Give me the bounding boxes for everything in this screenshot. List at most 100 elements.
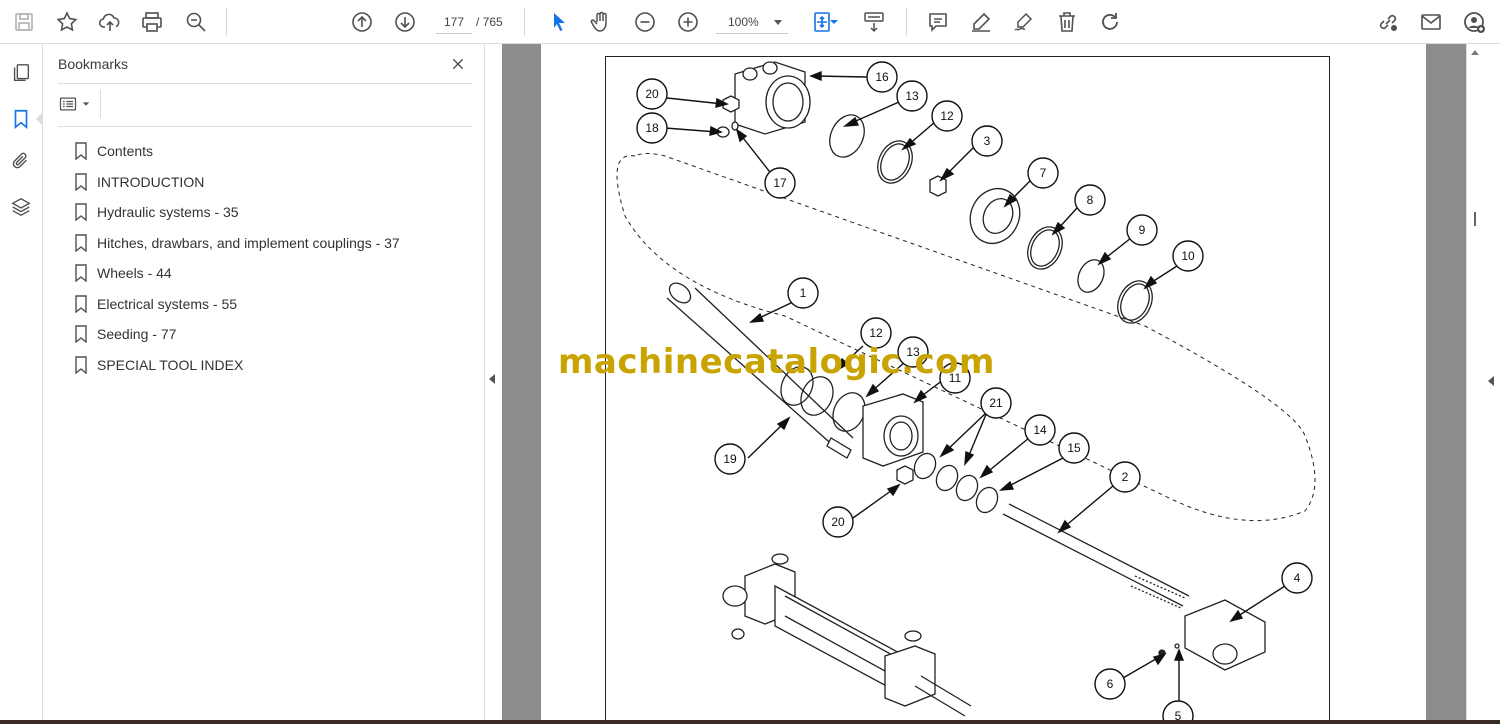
vertical-scrollbar[interactable] <box>1466 44 1482 724</box>
callout-number: 7 <box>1040 166 1047 180</box>
bookmark-label: INTRODUCTION <box>97 173 205 190</box>
assembled-cylinder <box>722 553 972 717</box>
bookmarks-title: Bookmarks <box>58 56 129 72</box>
page-down-icon[interactable] <box>389 6 421 38</box>
callout-number: 12 <box>869 326 883 340</box>
bookmark-icon <box>74 356 88 374</box>
zoom-value: 100% <box>728 15 759 29</box>
toolbar-separator <box>906 8 907 36</box>
comment-icon[interactable] <box>922 6 954 38</box>
bookmark-label: SPECIAL TOOL INDEX <box>97 356 244 373</box>
sign-icon[interactable] <box>1008 6 1040 38</box>
bookmark-label: Electrical systems - 55 <box>97 295 238 312</box>
bookmark-item-special-tool-index[interactable]: SPECIAL TOOL INDEX <box>74 350 474 381</box>
head-block-top <box>734 61 811 135</box>
list-options-icon <box>59 97 77 111</box>
top-toolbar: 177 / 765 100% <box>0 0 1500 44</box>
bookmark-icon <box>74 264 88 283</box>
account-icon[interactable] <box>1458 6 1490 38</box>
zoom-in-icon[interactable] <box>672 6 704 38</box>
page-up-icon[interactable] <box>346 6 378 38</box>
delete-icon[interactable] <box>1051 6 1083 38</box>
active-panel-pointer <box>36 112 43 126</box>
mail-icon[interactable] <box>1415 6 1447 38</box>
bookmark-label: Hydraulic systems - 35 <box>97 204 239 221</box>
bookmark-item-wheels[interactable]: Wheels - 44 <box>74 258 474 289</box>
layers-icon[interactable] <box>8 194 34 220</box>
bookmark-item-introduction[interactable]: INTRODUCTION <box>74 167 474 198</box>
select-cursor-icon[interactable] <box>543 6 575 38</box>
close-icon[interactable] <box>446 52 470 76</box>
bookmark-icon <box>74 203 88 222</box>
bookmark-item-contents[interactable]: Contents <box>74 136 474 167</box>
callout-number: 8 <box>1087 193 1094 207</box>
callout-number: 19 <box>723 452 737 466</box>
callout-number: 18 <box>645 121 659 135</box>
bookmark-icon <box>74 173 88 191</box>
callout-number: 20 <box>645 87 659 101</box>
divider <box>58 83 472 84</box>
share-link-icon[interactable] <box>1372 6 1404 38</box>
scrollbar-thumb[interactable] <box>1474 212 1476 226</box>
print-icon[interactable] <box>136 6 168 38</box>
callout-number: 1 <box>800 286 807 300</box>
bookmark-item-hydraulic-systems[interactable]: Hydraulic systems - 35 <box>74 197 474 228</box>
highlight-pen-icon[interactable] <box>965 6 997 38</box>
callout-number: 10 <box>1181 249 1195 263</box>
bookmark-label: Hitches, drawbars, and implement couplin… <box>97 234 400 251</box>
rotate-icon[interactable] <box>1094 6 1126 38</box>
zoom-select[interactable]: 100% <box>716 10 788 34</box>
toolbar-separator <box>524 8 525 36</box>
collapse-panel-arrow-icon[interactable] <box>489 374 495 384</box>
callout-number: 3 <box>984 134 991 148</box>
toolbar-separator <box>226 8 227 36</box>
callout-number: 17 <box>773 176 787 190</box>
divider <box>100 90 101 118</box>
page-total-label: / 765 <box>476 15 503 29</box>
bookmark-label: Seeding - 77 <box>97 326 177 343</box>
piston-rod <box>1002 503 1190 609</box>
star-icon[interactable] <box>51 6 83 38</box>
page-thumbnails-icon[interactable] <box>8 60 34 86</box>
bookmark-options-button[interactable] <box>58 92 94 116</box>
callout-number: 14 <box>1033 423 1047 437</box>
expand-right-panel-arrow-icon[interactable] <box>1488 376 1494 386</box>
callout-number: 6 <box>1107 677 1114 691</box>
callout-number: 21 <box>989 396 1003 410</box>
zoom-search-icon[interactable] <box>180 6 212 38</box>
callout-number: 16 <box>875 70 889 84</box>
upload-icon[interactable] <box>94 6 126 38</box>
callout-number: 2 <box>1122 470 1129 484</box>
callout-number: 20 <box>831 515 845 529</box>
bookmark-icon <box>74 234 88 252</box>
bookmark-label: Wheels - 44 <box>97 265 172 282</box>
scroll-up-arrow-icon[interactable] <box>1471 50 1479 55</box>
window-bottom-edge <box>0 720 1500 724</box>
callout-number: 12 <box>940 109 954 123</box>
page-number-input[interactable]: 177 <box>436 10 472 34</box>
chevron-down-icon <box>82 102 90 106</box>
workspace-gutter <box>486 44 502 724</box>
rod-seals <box>896 452 999 514</box>
bookmark-label: Contents <box>97 143 154 160</box>
hand-icon[interactable] <box>585 6 617 38</box>
fit-dropdown-caret-icon[interactable] <box>826 6 842 38</box>
save-icon[interactable] <box>8 6 40 38</box>
bookmarks-panel: Bookmarks Contents INTRODUCTION Hydrauli… <box>44 44 485 724</box>
bookmarks-icon[interactable] <box>8 106 34 132</box>
bookmark-item-electrical-systems[interactable]: Electrical systems - 55 <box>74 289 474 320</box>
bookmark-icon <box>74 142 88 161</box>
bookmark-item-seeding[interactable]: Seeding - 77 <box>74 319 474 350</box>
callout-number: 15 <box>1067 441 1081 455</box>
head-block-rod <box>862 393 924 467</box>
callout-number: 4 <box>1294 571 1301 585</box>
divider <box>58 126 472 127</box>
zoom-out-icon[interactable] <box>629 6 661 38</box>
callout-number: 13 <box>905 89 919 103</box>
scroll-mode-icon[interactable] <box>858 6 890 38</box>
bookmark-item-hitches[interactable]: Hitches, drawbars, and implement couplin… <box>74 228 474 259</box>
bookmark-icon <box>74 325 88 344</box>
watermark-text: machinecatalogic.com <box>558 342 995 382</box>
callout-number: 5 <box>1175 709 1182 720</box>
attachments-icon[interactable] <box>8 148 34 174</box>
